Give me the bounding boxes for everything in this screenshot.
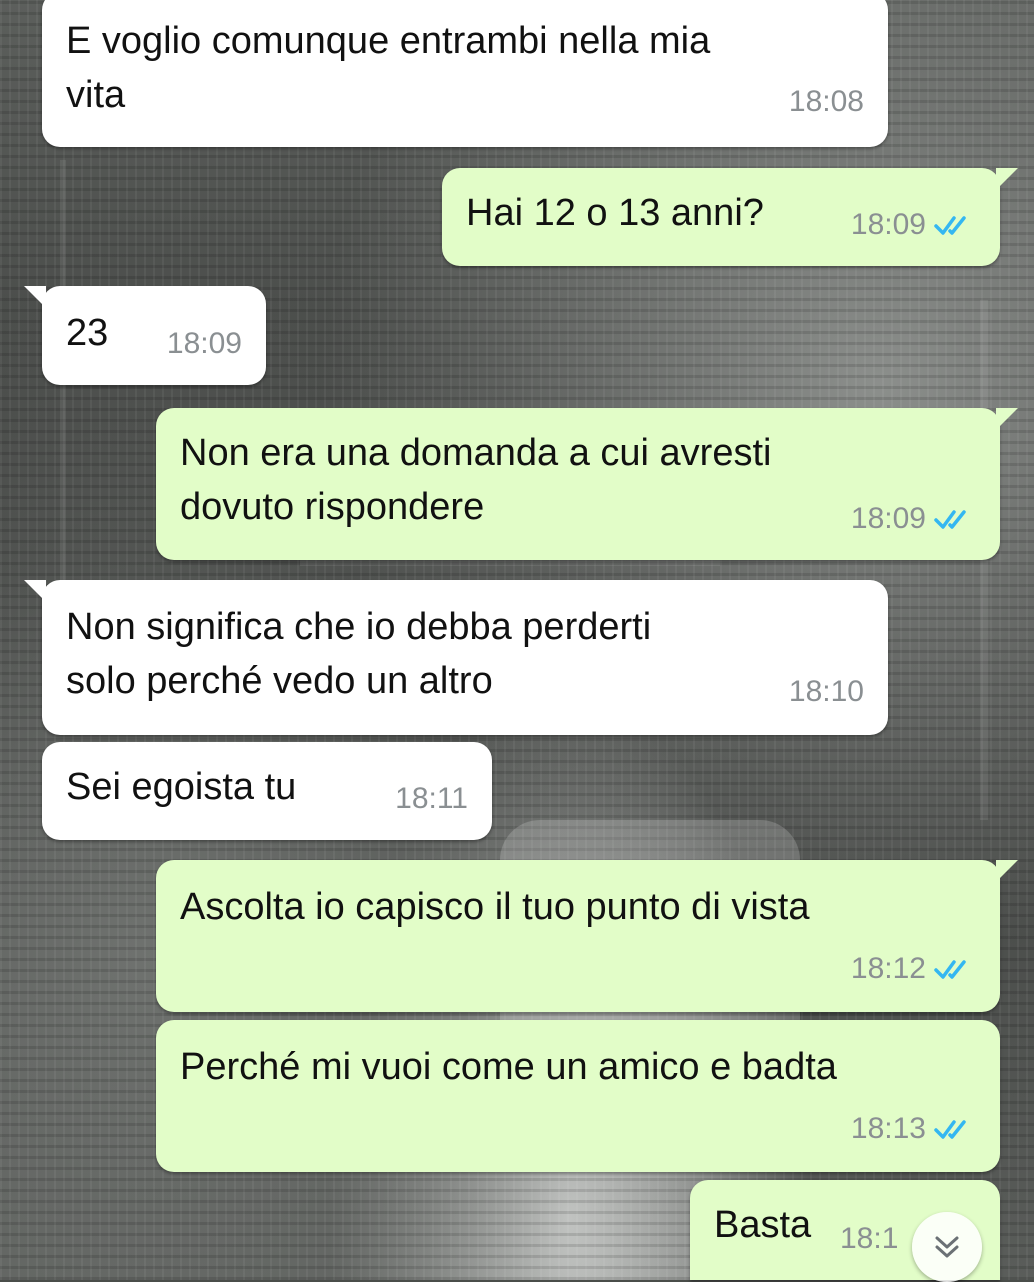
message-time: 18:09 [850,208,926,241]
message-meta: 18:09 [167,317,242,371]
outgoing-message[interactable]: Perché mi vuoi come un amico e badta 18:… [156,1020,1000,1172]
message-text: E voglio comunque entrambi nella mia vit… [66,20,711,116]
scroll-to-bottom-button[interactable] [912,1212,982,1282]
message-time: 18:08 [788,85,864,118]
message-time: 18:1 [840,1222,899,1255]
wallpaper-line [300,560,720,566]
message-text: Non significa che io debba perderti solo… [66,606,652,702]
message-meta: 18:1 [840,1212,898,1266]
message-time: 18:09 [166,327,242,360]
message-text: Hai 12 o 13 anni? [466,192,764,234]
message-text: Ascolta io capisco il tuo punto di vista [180,886,810,928]
incoming-message[interactable]: 23 18:09 [24,286,266,385]
incoming-message[interactable]: Non significa che io debba perderti solo… [24,580,888,735]
outgoing-message[interactable]: Hai 12 o 13 anni? 18:09 [442,168,1018,266]
double-check-icon [934,216,966,235]
incoming-message[interactable]: E voglio comunque entrambi nella mia vit… [42,0,888,147]
message-meta: 18:12 [851,942,976,996]
message-text: Basta [714,1204,812,1246]
message-meta: 18:09 [851,198,976,252]
double-check-icon [934,1120,966,1139]
outgoing-message[interactable]: Non era una domanda a cui avresti dovuto… [156,408,1018,560]
incoming-message[interactable]: Sei egoista tu 18:11 [42,742,492,840]
chevron-double-down-icon [935,1236,959,1258]
message-text: Sei egoista tu [66,766,297,808]
message-meta: 18:13 [851,1102,976,1156]
message-meta: 18:09 [851,492,976,546]
message-text: Perché mi vuoi come un amico e badta [180,1046,837,1088]
outgoing-message[interactable]: Ascolta io capisco il tuo punto di vista… [156,860,1018,1012]
message-time: 18:11 [395,782,468,815]
message-time: 18:09 [850,502,926,535]
message-time: 18:10 [788,675,864,708]
message-time: 18:12 [850,952,926,985]
message-meta: 18:08 [789,75,864,129]
message-text: Non era una domanda a cui avresti dovuto… [180,432,772,528]
message-meta: 18:10 [789,665,864,719]
message-meta: 18:11 [395,772,468,826]
message-time: 18:13 [850,1112,926,1145]
message-text: 23 [66,312,109,354]
double-check-icon [934,960,966,979]
wallpaper-line [980,300,988,820]
double-check-icon [934,510,966,529]
